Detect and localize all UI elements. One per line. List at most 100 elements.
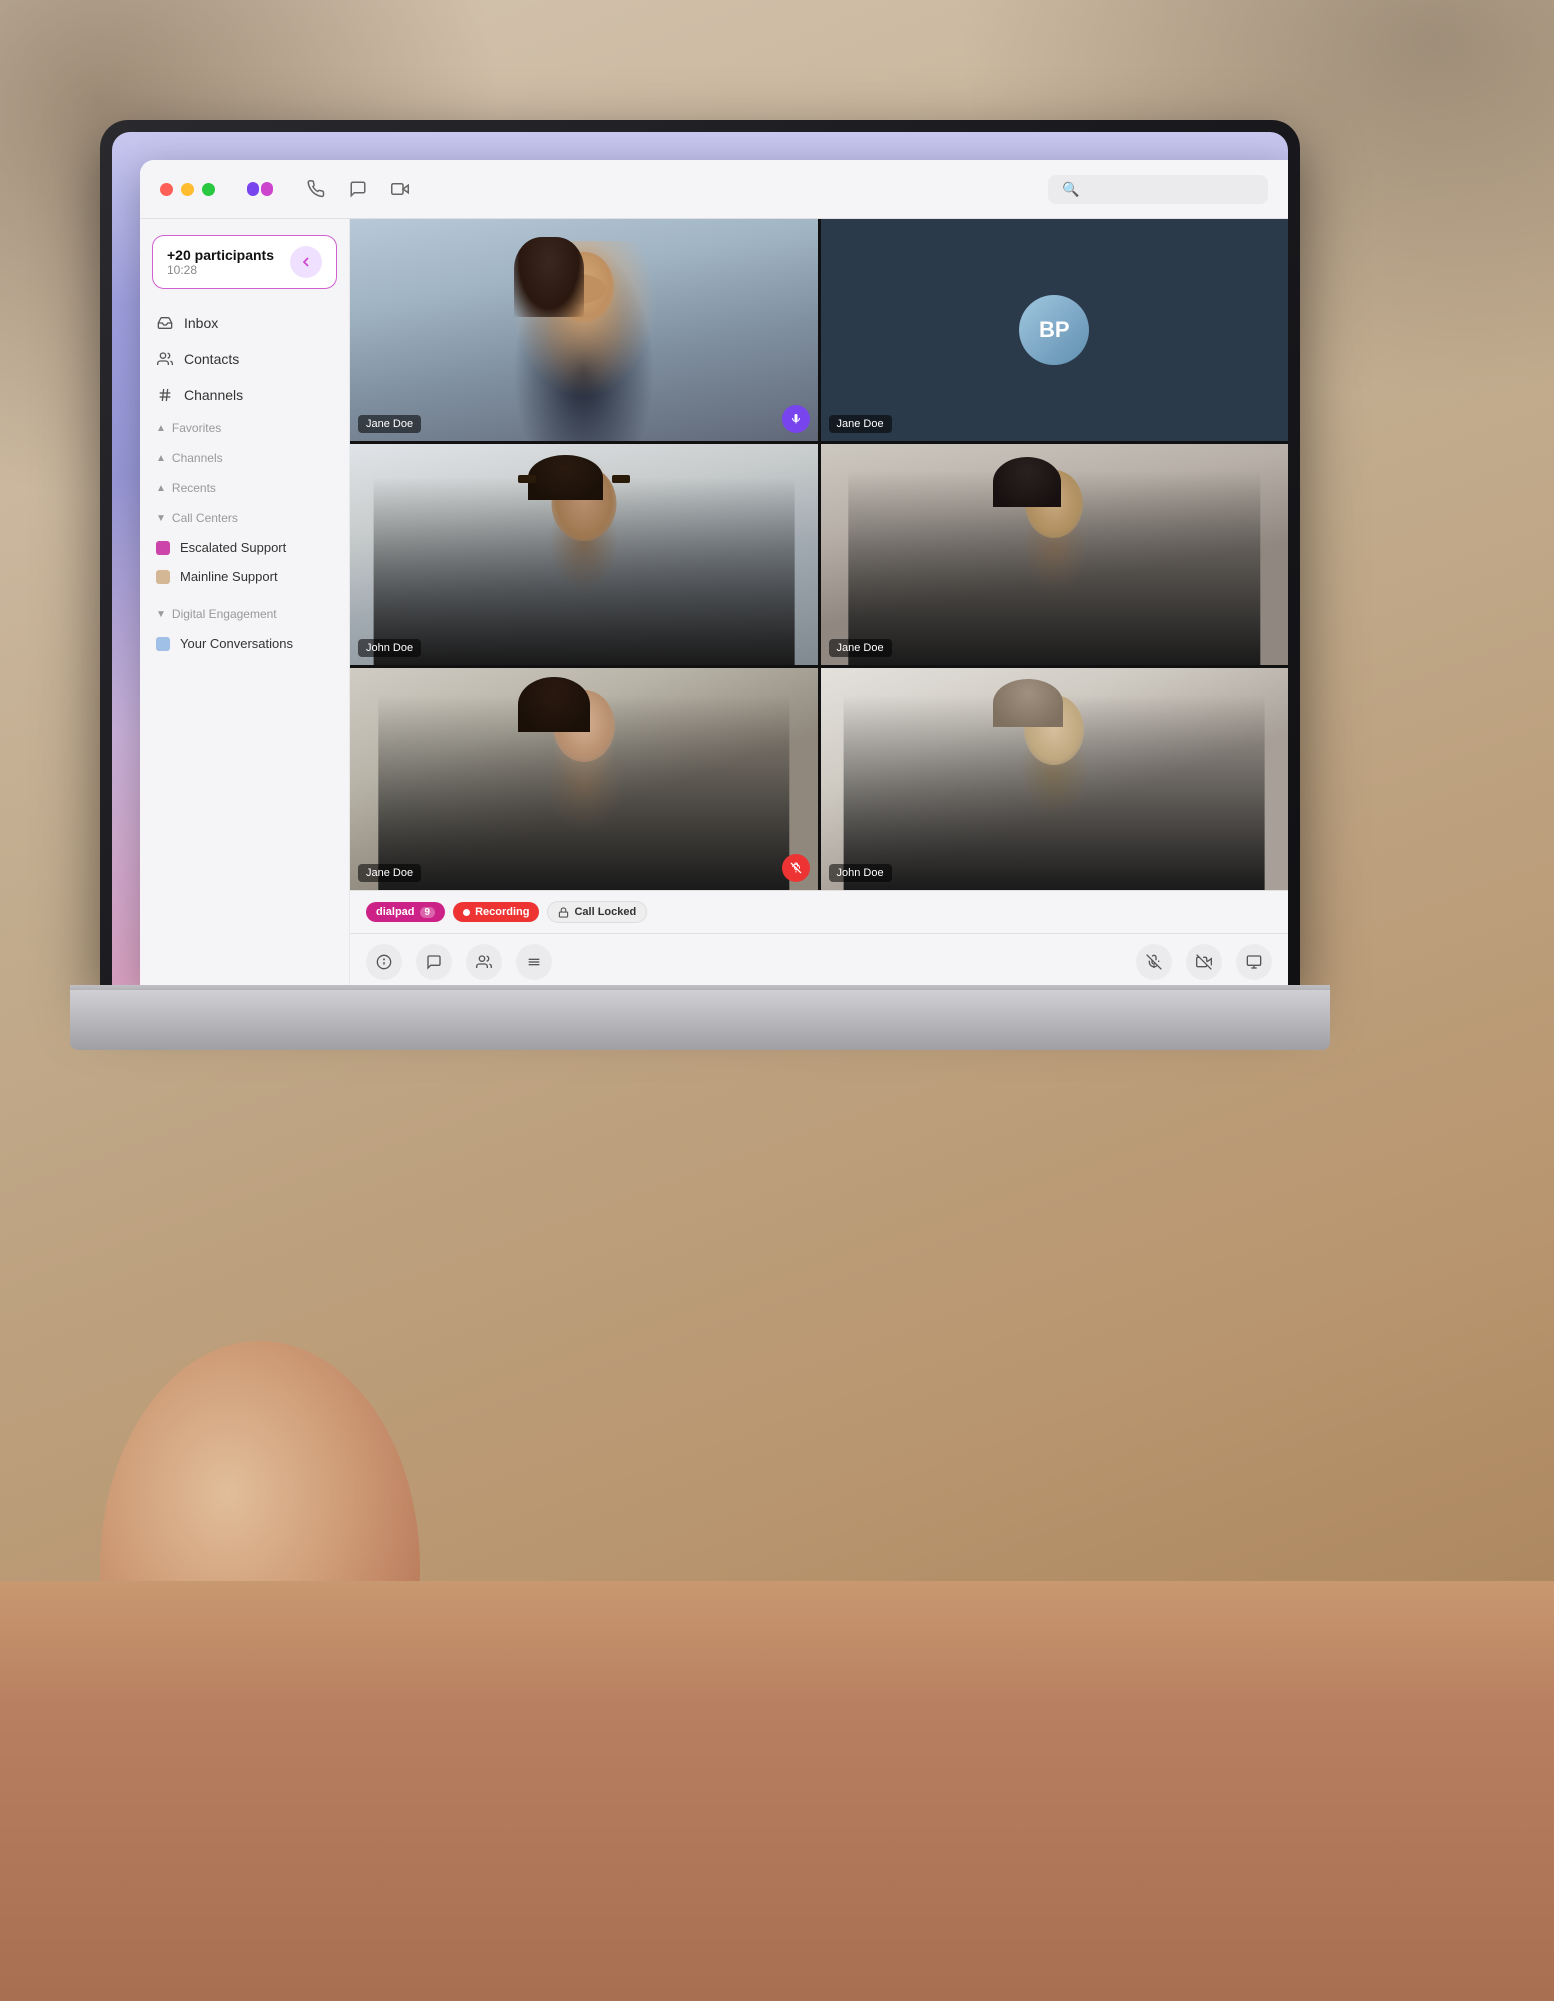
call-info: +20 participants 10:28 <box>167 247 274 277</box>
recording-label: Recording <box>475 906 529 918</box>
sidebar-item-your-conversations[interactable]: Your Conversations <box>140 629 349 658</box>
settings-button[interactable] <box>516 944 552 980</box>
inbox-icon <box>156 314 174 332</box>
channels-section-header[interactable]: ▲ Channels <box>140 443 349 473</box>
your-conversations-label: Your Conversations <box>180 636 293 651</box>
info-button[interactable] <box>366 944 402 980</box>
laptop-base <box>70 990 1330 1050</box>
video-panel: Jane Doe <box>350 219 1288 990</box>
hash-icon <box>156 386 174 404</box>
video-cell-3[interactable]: John Doe <box>350 444 818 666</box>
escalated-support-dot <box>156 541 170 555</box>
video-name-6: John Doe <box>829 864 892 882</box>
participant-video-4 <box>821 444 1289 666</box>
participants-button[interactable] <box>466 944 502 980</box>
call-time: 10:28 <box>167 263 274 277</box>
call-participants: +20 participants <box>167 247 274 263</box>
chat-icon[interactable] <box>347 178 369 200</box>
titlebar: 🔍 <box>140 160 1288 219</box>
badge-dialpad[interactable]: dialpad 9 <box>366 902 445 922</box>
video-name-4: Jane Doe <box>829 639 892 657</box>
laptop-bezel: 🔍 +20 participants <box>100 120 1300 990</box>
favorites-label: Favorites <box>172 421 221 435</box>
maximize-button[interactable] <box>202 183 215 196</box>
active-call-pill[interactable]: +20 participants 10:28 <box>152 235 337 289</box>
badge-recording[interactable]: Recording <box>453 902 539 922</box>
favorites-section-header[interactable]: ▲ Favorites <box>140 413 349 443</box>
recents-section-header[interactable]: ▲ Recents <box>140 473 349 503</box>
video-icon[interactable] <box>389 178 411 200</box>
minimize-button[interactable] <box>181 183 194 196</box>
participant-video-5 <box>350 668 818 890</box>
recents-label: Recents <box>172 481 216 495</box>
digital-engagement-section-header[interactable]: ▼ Digital Engagement <box>140 599 349 629</box>
badge-call-locked[interactable]: Call Locked <box>547 901 647 923</box>
dialpad-count: 9 <box>420 907 436 918</box>
sidebar-item-escalated-support[interactable]: Escalated Support <box>140 533 349 562</box>
main-content: +20 participants 10:28 <box>140 219 1288 990</box>
app-window: 🔍 +20 participants <box>140 160 1288 990</box>
video-cell-1[interactable]: Jane Doe <box>350 219 818 441</box>
participant-video-6 <box>821 668 1289 890</box>
app-logo <box>245 174 275 204</box>
participant-avatar-2: BP <box>1019 295 1089 365</box>
video-name-3: John Doe <box>358 639 421 657</box>
participant-video-1 <box>350 219 818 441</box>
contacts-label: Contacts <box>184 351 239 367</box>
titlebar-icons <box>305 178 411 200</box>
digital-engagement-label: Digital Engagement <box>172 607 277 621</box>
sidebar-item-mainline-support[interactable]: Mainline Support <box>140 562 349 591</box>
contacts-icon <box>156 350 174 368</box>
favorites-chevron: ▲ <box>156 423 166 434</box>
video-cell-5[interactable]: Jane Doe <box>350 668 818 890</box>
window-controls <box>160 183 215 196</box>
video-cell-6[interactable]: John Doe <box>821 668 1289 890</box>
video-grid: Jane Doe <box>350 219 1288 890</box>
laptop: 🔍 +20 participants <box>100 120 1480 1770</box>
participant-video-3 <box>350 444 818 666</box>
sidebar-item-channels[interactable]: Channels <box>140 377 349 413</box>
inbox-label: Inbox <box>184 315 218 331</box>
chat-button[interactable] <box>416 944 452 980</box>
mute-button[interactable] <box>1136 944 1172 980</box>
channels-chevron: ▲ <box>156 453 166 464</box>
search-bar[interactable]: 🔍 <box>1048 175 1268 204</box>
dialpad-badge-label: dialpad <box>376 906 415 918</box>
recording-dot <box>463 909 470 916</box>
muted-indicator-5 <box>782 854 810 882</box>
status-bar: dialpad 9 Recording <box>350 890 1288 933</box>
video-name-2: Jane Doe <box>829 415 892 433</box>
laptop-screen: 🔍 +20 participants <box>112 132 1288 990</box>
sidebar: +20 participants 10:28 <box>140 219 350 990</box>
mainline-support-dot <box>156 570 170 584</box>
video-name-5: Jane Doe <box>358 864 421 882</box>
sidebar-item-contacts[interactable]: Contacts <box>140 341 349 377</box>
recents-chevron: ▲ <box>156 483 166 494</box>
video-name-1: Jane Doe <box>358 415 421 433</box>
call-centers-section-header[interactable]: ▼ Call Centers <box>140 503 349 533</box>
channels-label: Channels <box>184 387 243 403</box>
phone-icon[interactable] <box>305 178 327 200</box>
return-to-call-button[interactable] <box>290 246 322 278</box>
call-locked-label: Call Locked <box>574 906 636 918</box>
video-cell-4[interactable]: Jane Doe <box>821 444 1289 666</box>
digital-engagement-chevron: ▼ <box>156 609 166 620</box>
left-controls <box>366 944 552 980</box>
right-controls <box>1136 944 1272 980</box>
mainline-support-label: Mainline Support <box>180 569 278 584</box>
escalated-support-label: Escalated Support <box>180 540 286 555</box>
lock-icon <box>558 907 569 918</box>
sidebar-item-inbox[interactable]: Inbox <box>140 305 349 341</box>
your-conversations-dot <box>156 637 170 651</box>
laptop-wrapper: 🔍 +20 participants <box>100 120 1554 1801</box>
call-centers-chevron: ▼ <box>156 513 166 524</box>
close-button[interactable] <box>160 183 173 196</box>
screen-share-button[interactable] <box>1236 944 1272 980</box>
video-off-button[interactable] <box>1186 944 1222 980</box>
audio-indicator-1 <box>782 405 810 433</box>
channels-section-label: Channels <box>172 451 223 465</box>
search-icon: 🔍 <box>1062 181 1079 198</box>
video-cell-2[interactable]: BP Jane Doe <box>821 219 1289 441</box>
call-centers-label: Call Centers <box>172 511 238 525</box>
bottom-controls <box>350 933 1288 990</box>
